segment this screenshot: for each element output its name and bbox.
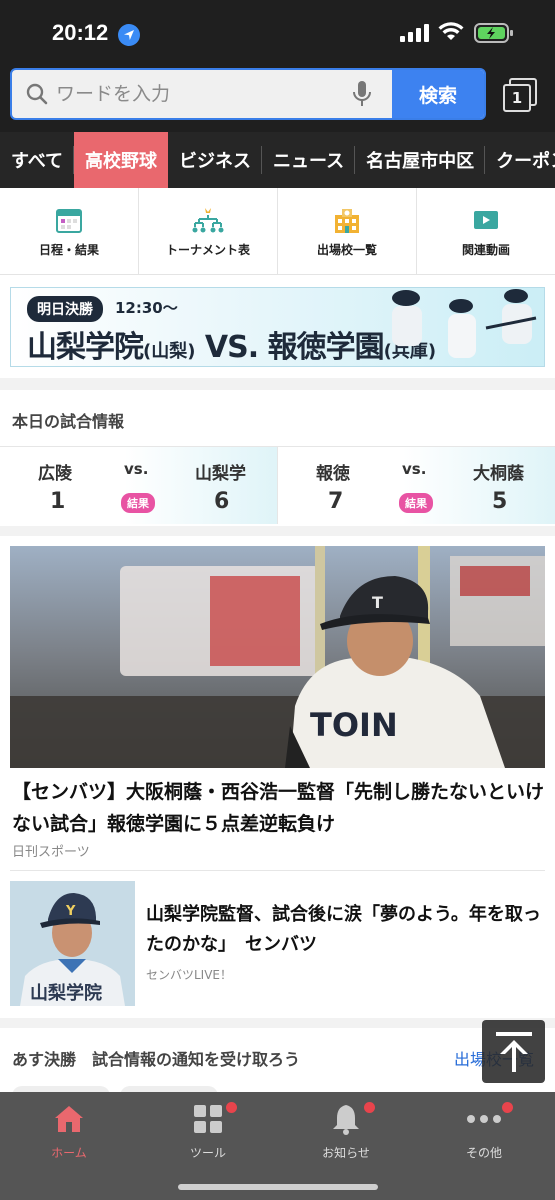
svg-text:Y: Y <box>65 904 76 919</box>
status-bar: 20:12 <box>0 0 555 62</box>
final-banner[interactable]: 明日決勝 12:30〜 山梨学院(山梨) VS. 報徳学園(兵庫) <box>10 287 545 367</box>
tab-coupon[interactable]: クーポン <box>485 132 555 188</box>
tomorrow-title: あす決勝 試合情報の通知を受け取ろう <box>12 1050 301 1069</box>
tab-label: すべて <box>11 151 64 172</box>
nav-label: 日程・結果 <box>38 242 99 257</box>
banner-time: 12:30〜 <box>115 299 178 317</box>
location-icon <box>118 24 140 46</box>
nav-schedule-results[interactable]: 日程・結果 <box>0 188 139 274</box>
more-icon <box>467 1115 501 1123</box>
microphone-icon[interactable] <box>352 80 372 108</box>
article-source: 日刊スポーツ <box>12 845 90 860</box>
banner-pill: 明日決勝 <box>27 296 103 322</box>
bell-icon <box>333 1105 359 1135</box>
signal-icon <box>400 24 429 42</box>
sub-article-title[interactable]: 山梨学院監督、試合後に涙「夢のよう。年を取ったのかな」 センバツ <box>146 900 546 960</box>
article-hero-image[interactable]: T TOIN <box>10 546 545 768</box>
sub-article-source: センバツLIVE！ <box>146 968 233 982</box>
notification-dot <box>364 1102 375 1113</box>
search-icon <box>26 83 48 105</box>
team2-name: 大桐蔭 <box>473 464 524 484</box>
search-header: 検索 1 <box>0 62 555 132</box>
tabs-button[interactable]: 1 <box>503 78 537 112</box>
divider <box>10 870 545 871</box>
nav-label: 出場校一覧 <box>316 242 377 257</box>
tab-high-school-baseball[interactable]: 高校野球 <box>74 132 169 188</box>
team1-name: 広陵 <box>38 464 72 484</box>
notification-dot <box>502 1102 513 1113</box>
games-row: 広陵 vs. 山梨学 1 結果 6 報徳 vs. 大桐蔭 7 結果 5 <box>0 446 555 524</box>
tab-notifications[interactable]: お知らせ <box>296 1102 396 1161</box>
final-banner-section: 明日決勝 12:30〜 山梨学院(山梨) VS. 報徳学園(兵庫) <box>0 275 555 378</box>
category-tabs: すべて 高校野球 ビジネス ニュース 名古屋市中区 クーポン <box>0 132 555 188</box>
nav-label: トーナメント表 <box>165 242 250 257</box>
team2-score: 6 <box>214 489 230 514</box>
article-title[interactable]: 【センバツ】大阪桐蔭・西谷浩一監督「先制し勝たないといけない試合」報徳学園に５点… <box>12 776 544 840</box>
banner-team1: 山梨学院 <box>27 330 144 365</box>
banner-team1-pref: (山梨) <box>143 341 196 362</box>
nav-label: 関連動画 <box>461 242 510 257</box>
today-games-section: 本日の試合情報 広陵 vs. 山梨学 1 結果 6 報徳 vs. 大桐蔭 7 結… <box>0 390 555 526</box>
svg-text:T: T <box>372 593 383 612</box>
bottom-tab-bar: ホーム ツール お知らせ その他 <box>0 1092 555 1200</box>
vs-label: vs. <box>124 460 149 478</box>
tab-label: ビジネス <box>179 151 252 172</box>
tab-label: その他 <box>465 1146 502 1160</box>
tab-label: 高校野球 <box>85 151 158 172</box>
sub-article-thumbnail[interactable]: Y 山梨学院 <box>10 881 135 1006</box>
game-card[interactable]: 報徳 vs. 大桐蔭 7 結果 5 <box>278 447 555 524</box>
news-section: T TOIN 【センバツ】大阪桐蔭・西谷浩一監督「先制し勝たないといけない試合」… <box>0 536 555 1018</box>
tab-more[interactable]: その他 <box>434 1102 534 1161</box>
wifi-icon <box>438 22 464 40</box>
tab-label: 名古屋市中区 <box>366 151 475 172</box>
search-input[interactable] <box>56 78 346 110</box>
tab-business[interactable]: ビジネス <box>168 132 263 188</box>
team1-score: 1 <box>50 489 66 514</box>
status-time: 20:12 <box>52 20 109 45</box>
tomorrow-section: あす決勝 試合情報の通知を受け取ろう 出場校一覧 <box>0 1028 555 1106</box>
game-card[interactable]: 広陵 vs. 山梨学 1 結果 6 <box>0 447 278 524</box>
tools-icon <box>194 1105 222 1133</box>
school-icon <box>335 208 359 233</box>
battery-icon <box>474 23 513 43</box>
notification-dot <box>226 1102 237 1113</box>
home-icon <box>55 1106 83 1132</box>
tournament-icon <box>192 207 224 232</box>
tab-all[interactable]: すべて <box>0 132 75 188</box>
tab-label: クーポン <box>496 151 555 172</box>
calendar-icon <box>56 208 82 233</box>
team1-score: 7 <box>328 489 344 514</box>
tab-news[interactable]: ニュース <box>262 132 356 188</box>
section-title: 本日の試合情報 <box>12 412 125 431</box>
arrow-up-icon <box>495 1031 532 1072</box>
tab-home[interactable]: ホーム <box>19 1102 119 1161</box>
result-badge: 結果 <box>399 493 433 513</box>
tab-nagoya-naka[interactable]: 名古屋市中区 <box>355 132 486 188</box>
scroll-top-button[interactable] <box>482 1020 545 1083</box>
video-icon <box>474 210 498 229</box>
tab-label: お知らせ <box>322 1146 370 1160</box>
tab-count: 1 <box>503 84 531 112</box>
vs-label: vs. <box>402 460 427 478</box>
search-button[interactable]: 検索 <box>392 70 484 118</box>
home-indicator <box>178 1184 378 1190</box>
nav-videos[interactable]: 関連動画 <box>417 188 555 274</box>
nav-schools[interactable]: 出場校一覧 <box>278 188 417 274</box>
hero-jersey-text: TOIN <box>310 706 398 744</box>
tab-tools[interactable]: ツール <box>158 1102 258 1161</box>
players-illustration <box>392 289 537 358</box>
banner-vs: VS. <box>204 330 259 365</box>
quick-nav: 日程・結果 トーナメント表 出場校一覧 関連動画 <box>0 188 555 275</box>
sub-jersey-text: 山梨学院 <box>30 982 102 1004</box>
team1-name: 報徳 <box>316 464 350 484</box>
tab-label: ホーム <box>51 1146 87 1160</box>
search-box: 検索 <box>10 68 486 120</box>
tab-label: ニュース <box>273 151 345 172</box>
team2-score: 5 <box>492 489 508 514</box>
team2-name: 山梨学 <box>195 464 246 484</box>
result-badge: 結果 <box>121 493 155 513</box>
nav-tournament[interactable]: トーナメント表 <box>139 188 278 274</box>
tab-label: ツール <box>189 1146 226 1160</box>
